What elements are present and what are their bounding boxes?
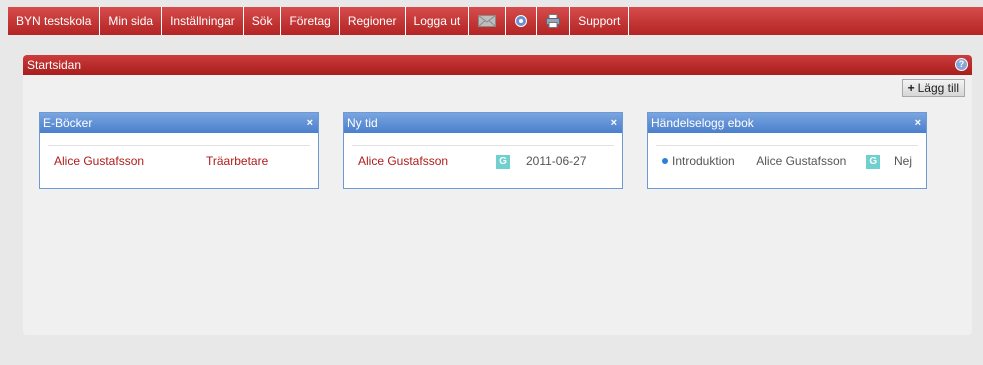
help-icon [515,15,528,27]
nav-item-companies[interactable]: Företag [281,7,340,35]
widget-ebooks: E-Böcker × Alice Gustafsson Träarbetare [39,112,319,189]
nav-item-regions[interactable]: Regioner [340,7,406,35]
profession-link[interactable]: Träarbetare [200,154,274,168]
nav-item-support[interactable]: Support [570,7,630,35]
bullet-icon [662,158,668,165]
widget-new-time: Ny tid × Alice Gustafsson G 2011-06-27 [343,112,623,189]
student-name-link[interactable]: Alice Gustafsson [48,154,200,168]
close-icon[interactable]: × [915,113,921,133]
mail-button[interactable] [469,7,507,35]
widget-header[interactable]: Ny tid × [344,113,622,133]
student-name: Alice Gustafsson [756,153,847,168]
nav-item-settings[interactable]: Inställningar [162,7,244,35]
add-widget-button[interactable]: + Lägg till [901,79,965,97]
student-name-link[interactable]: Alice Gustafsson [352,154,490,168]
event-cell: Introduktion [656,154,750,168]
status-value: Nej [893,153,912,168]
mail-icon [478,15,497,27]
appointment-date: 2011-06-27 [526,153,587,168]
nav-item-my-page[interactable]: Min sida [100,7,163,35]
nav-item-logout[interactable]: Logga ut [406,7,470,35]
widget-body: Alice Gustafsson G 2011-06-27 [344,133,622,175]
widget-title: E-Böcker [43,116,93,130]
widget-title: Händelselogg ebok [651,116,754,130]
printer-icon [546,14,561,28]
close-icon[interactable]: × [611,113,617,133]
start-panel: Startsidan ? + Lägg till E-Böcker × Alice… [23,55,972,335]
plus-icon: + [907,81,915,95]
grade-badge-cell: G [860,153,888,169]
panel-title: Startsidan [27,58,82,72]
widget-header[interactable]: E-Böcker × [40,113,318,133]
table-row: Alice Gustafsson Träarbetare [48,145,310,175]
grade-badge: G [866,154,881,169]
panel-help-icon[interactable]: ? [955,58,968,71]
grade-badge: G [496,154,510,169]
top-bar: BYN testskola Min sida Inställningar Sök… [0,0,983,40]
grade-badge-cell: G [490,153,520,169]
nav-item-search[interactable]: Sök [244,7,282,35]
main-navigation: BYN testskola Min sida Inställningar Sök… [8,7,983,35]
help-button[interactable] [506,7,538,35]
table-row: Alice Gustafsson G 2011-06-27 [352,145,614,175]
nav-item-school[interactable]: BYN testskola [8,7,101,35]
widget-event-log: Händelselogg ebok × Introduktion Alice G… [647,112,927,189]
event-name: Introduktion [672,153,735,168]
table-row: Introduktion Alice Gustafsson G Nej [656,145,918,175]
widget-header[interactable]: Händelselogg ebok × [648,113,926,133]
widget-body: Alice Gustafsson Träarbetare [40,133,318,175]
widget-body: Introduktion Alice Gustafsson G Nej [648,133,926,175]
print-button[interactable] [537,7,571,35]
add-widget-label: Lägg till [917,81,959,95]
widget-title: Ny tid [347,116,378,130]
panel-header: Startsidan ? [23,55,972,75]
close-icon[interactable]: × [307,113,313,133]
